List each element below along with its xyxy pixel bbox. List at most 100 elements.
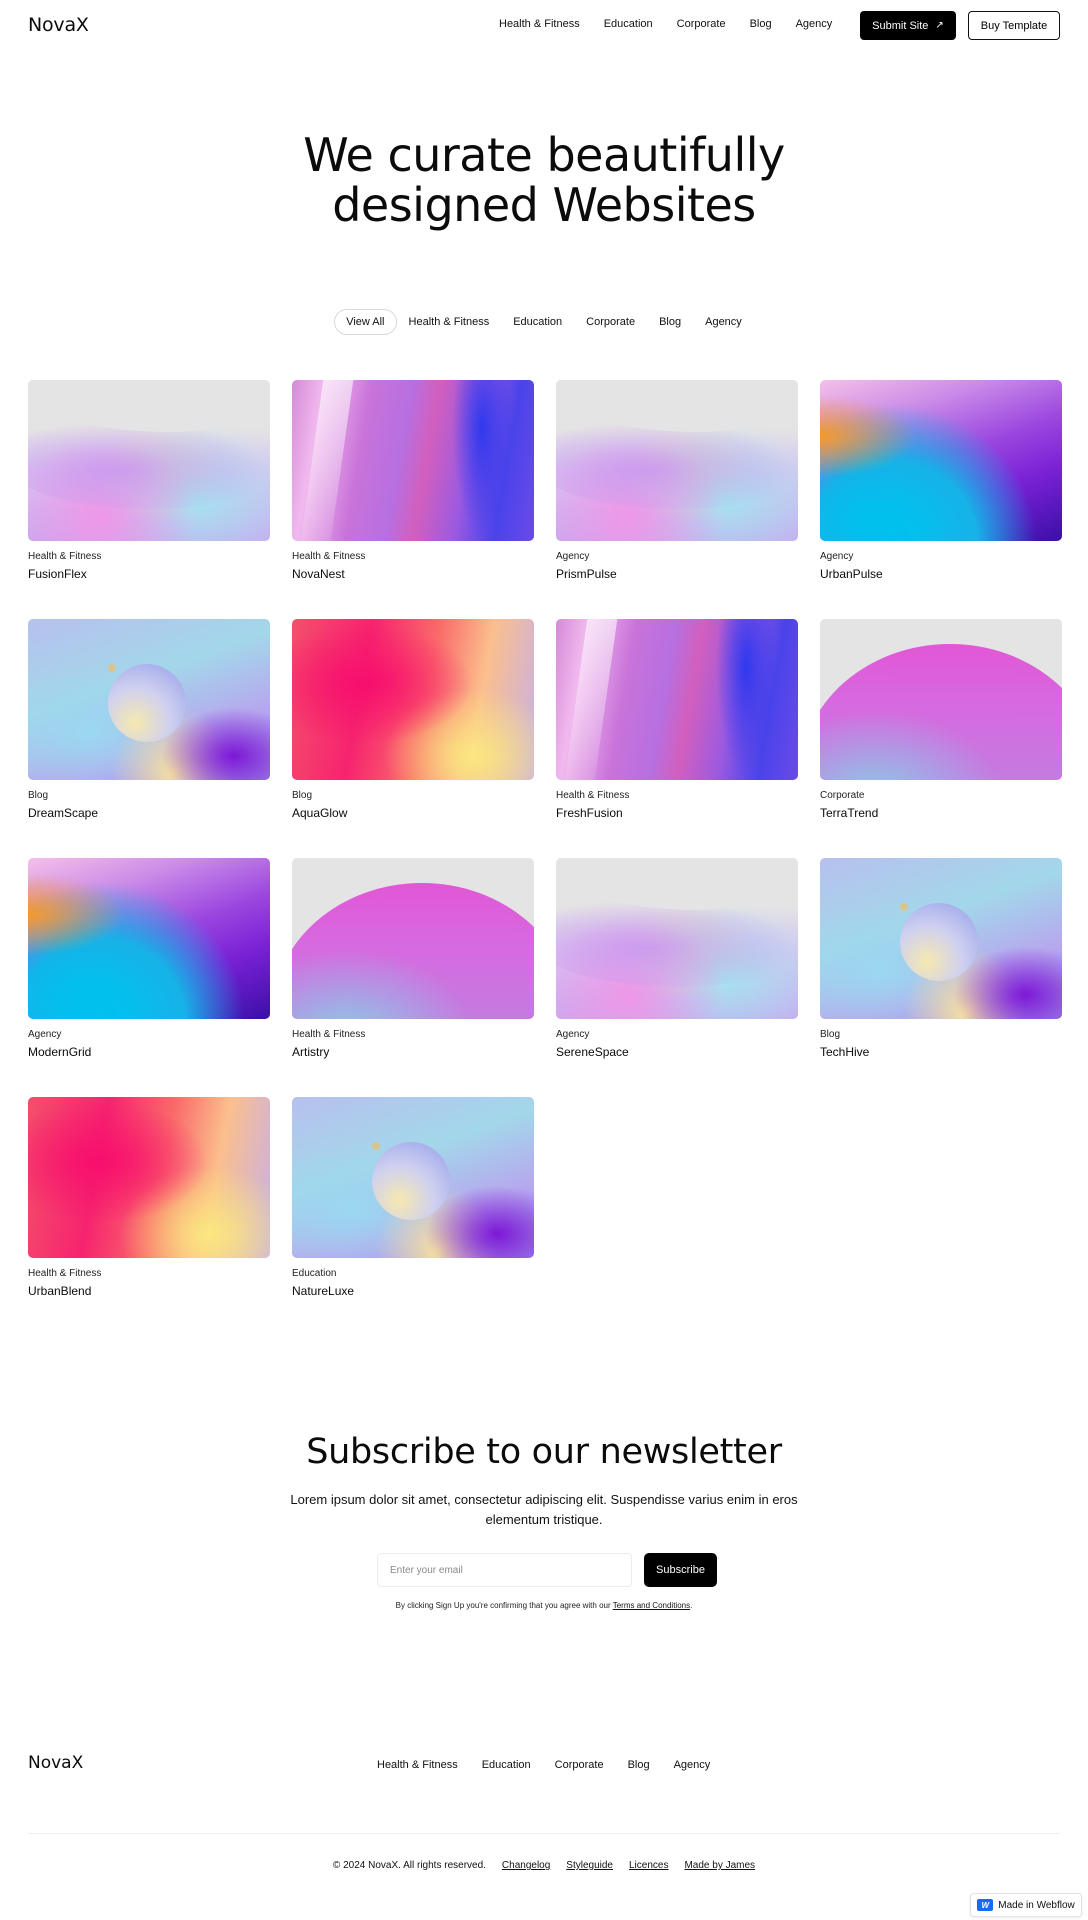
nav-link-education[interactable]: Education	[604, 18, 653, 30]
footer-logo[interactable]: NovaX	[28, 1753, 83, 1773]
submit-site-button[interactable]: Submit Site ↗	[860, 11, 956, 40]
footer-link-licences[interactable]: Licences	[629, 1860, 668, 1871]
submit-site-label: Submit Site	[872, 19, 929, 32]
template-card[interactable]: Health & Fitness FusionFlex	[28, 380, 270, 581]
template-card[interactable]: Health & Fitness NovaNest	[292, 380, 534, 581]
filter-view-all[interactable]: View All	[334, 309, 397, 335]
template-category: Health & Fitness	[292, 551, 366, 562]
template-name[interactable]: FusionFlex	[28, 567, 270, 581]
template-name[interactable]: DreamScape	[28, 806, 270, 820]
template-thumbnail[interactable]	[556, 380, 798, 541]
nav-link-agency[interactable]: Agency	[796, 18, 833, 30]
made-in-webflow-label: Made in Webflow	[998, 1899, 1075, 1911]
template-card[interactable]: Agency PrismPulse	[556, 380, 798, 581]
footer-link-health-fitness[interactable]: Health & Fitness	[377, 1759, 458, 1771]
template-thumbnail[interactable]	[292, 380, 534, 541]
footer-link-made-by[interactable]: Made by James	[684, 1860, 755, 1871]
template-category: Health & Fitness	[28, 1268, 102, 1279]
template-card[interactable]: Education NatureLuxe	[292, 1097, 534, 1298]
template-category: Health & Fitness	[292, 1029, 366, 1040]
footer-link-education[interactable]: Education	[482, 1759, 531, 1771]
newsletter-description: Lorem ipsum dolor sit amet, consectetur …	[290, 1492, 798, 1527]
filter-education[interactable]: Education	[501, 310, 574, 334]
template-name[interactable]: AquaGlow	[292, 806, 534, 820]
footer-link-agency[interactable]: Agency	[674, 1759, 711, 1771]
template-card[interactable]: Blog DreamScape	[28, 619, 270, 820]
terms-link[interactable]: Terms and Conditions	[613, 1601, 690, 1610]
template-name[interactable]: ModernGrid	[28, 1045, 270, 1059]
template-card[interactable]: Health & Fitness UrbanBlend	[28, 1097, 270, 1298]
footer-link-blog[interactable]: Blog	[628, 1759, 650, 1771]
template-card[interactable]: Agency ModernGrid	[28, 858, 270, 1059]
terms-notice: By clicking Sign Up you're confirming th…	[0, 1601, 1088, 1610]
template-card[interactable]: Blog TechHive	[820, 858, 1062, 1059]
template-category: Agency	[820, 551, 854, 562]
nav-link-corporate[interactable]: Corporate	[677, 18, 726, 30]
template-card[interactable]: Blog AquaGlow	[292, 619, 534, 820]
template-category: Agency	[28, 1029, 62, 1040]
template-category: Health & Fitness	[28, 551, 102, 562]
made-in-webflow-badge[interactable]: W Made in Webflow	[970, 1893, 1082, 1917]
nav-link-health-fitness[interactable]: Health & Fitness	[499, 18, 580, 30]
template-name[interactable]: FreshFusion	[556, 806, 798, 820]
template-thumbnail[interactable]	[292, 858, 534, 1019]
template-category: Blog	[292, 790, 313, 801]
webflow-icon: W	[977, 1899, 994, 1911]
hero-title-line2: designed Websites	[332, 178, 756, 232]
template-thumbnail[interactable]	[28, 619, 270, 780]
template-card[interactable]: Agency SereneSpace	[556, 858, 798, 1059]
template-category: Education	[292, 1268, 337, 1279]
copyright: © 2024 NovaX. All rights reserved.	[332, 1860, 486, 1871]
template-name[interactable]: NovaNest	[292, 567, 534, 581]
main-nav: Health & Fitness Education Corporate Blo…	[499, 18, 856, 30]
template-category: Blog	[820, 1029, 841, 1040]
template-thumbnail[interactable]	[556, 619, 798, 780]
template-name[interactable]: PrismPulse	[556, 567, 798, 581]
template-card[interactable]: Corporate TerraTrend	[820, 619, 1062, 820]
email-input[interactable]	[377, 1553, 632, 1587]
filter-health-fitness[interactable]: Health & Fitness	[397, 310, 502, 334]
template-category: Agency	[556, 551, 590, 562]
template-name[interactable]: TechHive	[820, 1045, 1062, 1059]
footer-link-corporate[interactable]: Corporate	[555, 1759, 604, 1771]
hero-title-line1: We curate beautifully	[303, 128, 785, 182]
template-name[interactable]: TerraTrend	[820, 806, 1062, 820]
filter-corporate[interactable]: Corporate	[574, 310, 647, 334]
footer-link-styleguide[interactable]: Styleguide	[566, 1860, 613, 1871]
template-thumbnail[interactable]	[28, 858, 270, 1019]
terms-suffix: .	[690, 1601, 693, 1610]
filter-agency[interactable]: Agency	[693, 310, 754, 334]
template-thumbnail[interactable]	[292, 619, 534, 780]
footer-link-changelog[interactable]: Changelog	[502, 1860, 550, 1871]
template-thumbnail[interactable]	[28, 1097, 270, 1258]
footer-divider	[28, 1833, 1060, 1834]
template-thumbnail[interactable]	[556, 858, 798, 1019]
site-header: NovaX Health & Fitness Education Corpora…	[0, 0, 1088, 50]
filter-blog[interactable]: Blog	[647, 310, 693, 334]
template-thumbnail[interactable]	[28, 380, 270, 541]
template-name[interactable]: NatureLuxe	[292, 1284, 534, 1298]
footer-bottom: © 2024 NovaX. All rights reserved. Chang…	[0, 1860, 1088, 1871]
arrow-up-right-icon: ↗	[935, 20, 944, 31]
template-card[interactable]: Health & Fitness FreshFusion	[556, 619, 798, 820]
template-name[interactable]: Artistry	[292, 1045, 534, 1059]
nav-link-blog[interactable]: Blog	[750, 18, 772, 30]
newsletter-title: Subscribe to our newsletter	[306, 1432, 782, 1472]
buy-template-button[interactable]: Buy Template	[968, 11, 1060, 40]
template-thumbnail[interactable]	[820, 380, 1062, 541]
template-name[interactable]: SereneSpace	[556, 1045, 798, 1059]
template-card[interactable]: Health & Fitness Artistry	[292, 858, 534, 1059]
template-category: Corporate	[820, 790, 865, 801]
template-category: Health & Fitness	[556, 790, 630, 801]
template-category: Agency	[556, 1029, 590, 1040]
logo[interactable]: NovaX	[28, 14, 89, 36]
template-thumbnail[interactable]	[292, 1097, 534, 1258]
subscribe-button[interactable]: Subscribe	[644, 1553, 717, 1587]
template-name[interactable]: UrbanBlend	[28, 1284, 270, 1298]
category-filters: View All Health & Fitness Education Corp…	[0, 309, 1088, 335]
template-name[interactable]: UrbanPulse	[820, 567, 1062, 581]
terms-prefix: By clicking Sign Up you're confirming th…	[395, 1601, 613, 1610]
template-card[interactable]: Agency UrbanPulse	[820, 380, 1062, 581]
template-thumbnail[interactable]	[820, 858, 1062, 1019]
template-thumbnail[interactable]	[820, 619, 1062, 780]
